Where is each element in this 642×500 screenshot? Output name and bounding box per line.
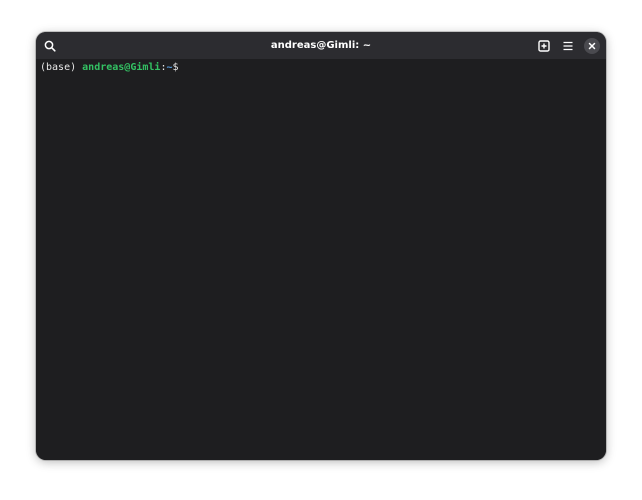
terminal-window: andreas@Gimli: ~ (base) andreas@Gimli:~$ bbox=[36, 32, 606, 460]
search-button[interactable] bbox=[40, 36, 60, 56]
prompt-line: (base) andreas@Gimli:~$ bbox=[40, 61, 179, 75]
prompt-symbol: $ bbox=[172, 62, 179, 73]
close-button[interactable] bbox=[582, 36, 602, 56]
header-bar: andreas@Gimli: ~ bbox=[36, 32, 606, 59]
new-tab-button[interactable] bbox=[534, 36, 554, 56]
close-button-circle bbox=[584, 38, 600, 54]
new-tab-icon bbox=[538, 40, 550, 52]
close-icon bbox=[588, 42, 596, 50]
search-icon bbox=[44, 40, 56, 52]
conda-env: (base) bbox=[40, 62, 77, 73]
user-host: andreas@Gimli bbox=[82, 62, 161, 73]
terminal-area[interactable]: (base) andreas@Gimli:~$ bbox=[36, 59, 606, 460]
window-title: andreas@Gimli: ~ bbox=[270, 40, 372, 51]
main-menu-button[interactable] bbox=[558, 36, 578, 56]
hamburger-menu-icon bbox=[563, 41, 573, 51]
